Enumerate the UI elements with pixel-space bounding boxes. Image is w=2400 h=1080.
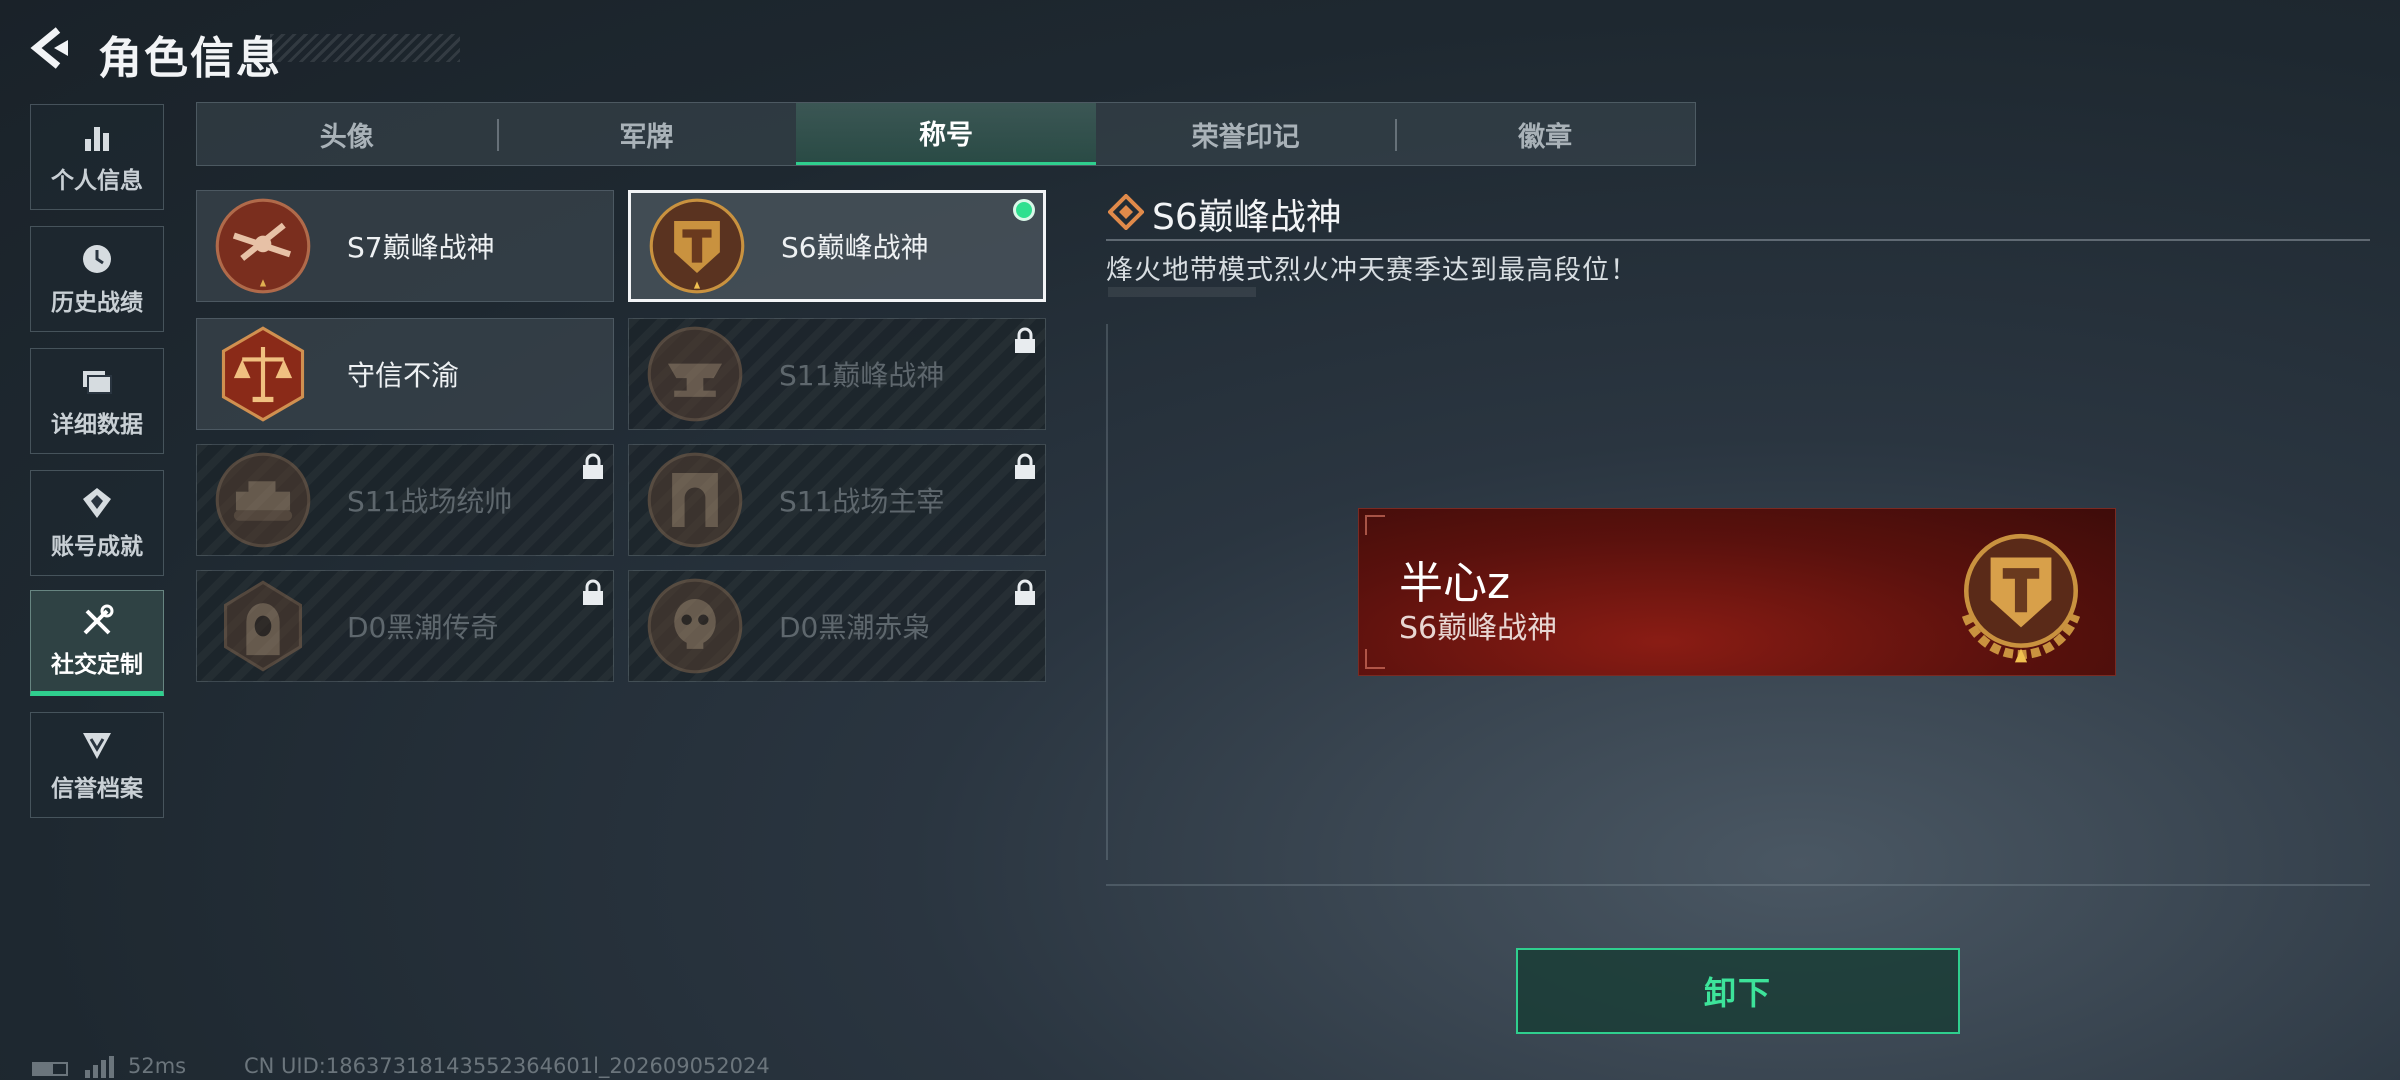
tab-title[interactable]: 称号 <box>796 103 1096 165</box>
title-name: D0黑潮赤枭 <box>779 611 931 644</box>
folder-icon <box>83 371 112 394</box>
divider <box>1106 239 2370 241</box>
title-card-s11-god[interactable]: S11巅峰战神 <box>628 318 1046 430</box>
sidebar-item-credit-profile[interactable]: 信誉档案 <box>30 712 164 818</box>
sidebar-item-label: 历史战绩 <box>51 290 143 316</box>
title-name: 守信不渝 <box>347 359 460 392</box>
tank-medal-icon <box>215 452 311 548</box>
title-card-trustworthy[interactable]: 守信不渝 <box>196 318 614 430</box>
anvil-medal-icon <box>647 326 743 422</box>
achievement-icon <box>83 488 111 518</box>
title-name: S11战场主宰 <box>779 485 945 518</box>
sidebar-item-label: 社交定制 <box>51 652 143 678</box>
crossbow-medal-icon <box>215 198 311 294</box>
battery-icon <box>32 1062 68 1076</box>
t-shield-medal-icon <box>1961 533 2081 663</box>
lock-icon <box>583 453 603 479</box>
sidebar-item-label: 详细数据 <box>51 412 143 438</box>
arch-medal-icon <box>647 452 743 548</box>
title-name: D0黑潮传奇 <box>347 611 499 644</box>
sidebar-item-achievements[interactable]: 账号成就 <box>30 470 164 576</box>
detail-description: 烽火地带模式烈火冲天赛季达到最高段位！ <box>1106 255 1638 286</box>
sidebar-item-detailed-data[interactable]: 详细数据 <box>30 348 164 454</box>
sidebar-item-personal-info[interactable]: 个人信息 <box>30 104 164 210</box>
category-tabs: 头像 军牌 称号 荣誉印记 徽章 <box>196 102 1696 166</box>
title-name: S11巅峰战神 <box>779 359 945 392</box>
title-name: S6巅峰战神 <box>781 231 929 264</box>
lock-icon <box>1015 579 1035 605</box>
skull-medal-icon <box>647 578 743 674</box>
sidebar-item-label: 账号成就 <box>51 534 143 560</box>
page-title: 角色信息 <box>98 33 282 84</box>
sidebar-item-label: 个人信息 <box>51 168 143 194</box>
title-card-d0-legend[interactable]: D0黑潮传奇 <box>196 570 614 682</box>
player-name: 半心z <box>1399 558 1511 609</box>
user-uid: CN UID:18637318143552364601l_20260905202… <box>244 1054 770 1078</box>
signal-icon <box>85 1056 114 1078</box>
title-card-s6[interactable]: S6巅峰战神 <box>628 190 1046 302</box>
title-preview-plate: 半心z S6巅峰战神 <box>1358 508 2116 676</box>
title-card-s7[interactable]: S7巅峰战神 <box>196 190 614 302</box>
unequip-button[interactable]: 卸下 <box>1516 948 1960 1034</box>
back-arrow-icon[interactable] <box>28 26 72 70</box>
title-name: S7巅峰战神 <box>347 231 495 264</box>
lock-icon <box>1015 453 1035 479</box>
scales-medal-icon <box>221 326 305 422</box>
title-card-d0-red-owl[interactable]: D0黑潮赤枭 <box>628 570 1046 682</box>
frame-line <box>1106 324 1108 860</box>
title-diamond-icon <box>1108 194 1144 230</box>
equipped-indicator <box>1013 199 1035 221</box>
frame-line <box>1106 884 2370 886</box>
tab-avatar[interactable]: 头像 <box>197 103 497 165</box>
tab-honor-mark[interactable]: 荣誉印记 <box>1096 103 1396 165</box>
clock-icon <box>83 245 111 273</box>
detail-title: S6巅峰战神 <box>1152 197 1342 238</box>
t-shield-medal-icon <box>649 198 745 294</box>
ping-readout: 52ms <box>128 1054 187 1078</box>
credit-icon <box>83 733 111 759</box>
title-card-s11-commander[interactable]: S11战场统帅 <box>196 444 614 556</box>
tab-badge[interactable]: 徽章 <box>1395 103 1695 165</box>
detail-decoration-bar <box>1108 287 1256 297</box>
tab-dog-tag[interactable]: 军牌 <box>496 103 797 165</box>
title-card-s11-dominator[interactable]: S11战场主宰 <box>628 444 1046 556</box>
tools-icon <box>83 604 114 635</box>
lock-icon <box>1015 327 1035 353</box>
sidebar-item-social-customization[interactable]: 社交定制 <box>30 590 164 696</box>
lock-icon <box>583 579 603 605</box>
preview-title: S6巅峰战神 <box>1399 611 1558 646</box>
title-name: S11战场统帅 <box>347 485 513 518</box>
title-decoration <box>270 34 460 62</box>
sidebar-item-label: 信誉档案 <box>51 776 143 802</box>
hooded-figure-medal-icon <box>224 580 302 672</box>
sidebar-item-match-history[interactable]: 历史战绩 <box>30 226 164 332</box>
bar-chart-icon <box>85 127 109 151</box>
